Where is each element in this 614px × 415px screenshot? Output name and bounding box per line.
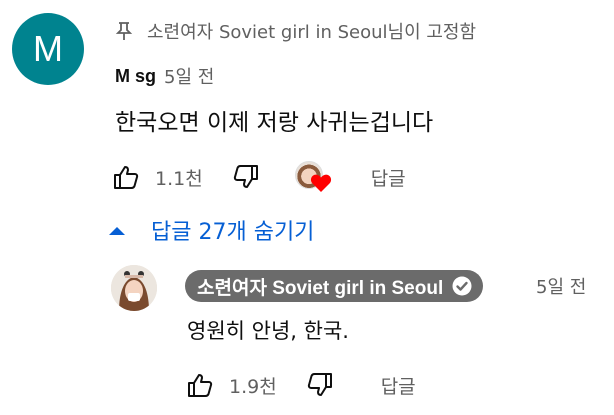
hide-replies-label: 답글 27개 숨기기 bbox=[151, 220, 315, 245]
reply-text: 영원히 안녕, 한국. bbox=[187, 319, 349, 343]
comment-text: 한국오면 이제 저랑 사귀는겁니다 bbox=[115, 110, 434, 136]
reply-avatar[interactable] bbox=[111, 265, 157, 311]
thumbs-down-icon[interactable] bbox=[233, 164, 259, 190]
commenter-avatar[interactable]: M bbox=[12, 13, 84, 85]
comment-header: M sg 5일 전 bbox=[115, 63, 214, 89]
reply-actions: 1.9천 답글 bbox=[187, 369, 416, 401]
thumbs-up-icon[interactable] bbox=[113, 164, 139, 190]
reply-button[interactable]: 답글 bbox=[381, 372, 416, 399]
pin-icon bbox=[115, 22, 133, 40]
creator-heart-badge bbox=[294, 161, 331, 193]
reply-like-count: 1.9천 bbox=[229, 375, 277, 398]
hide-replies-button[interactable]: 답글 27개 숨기기 bbox=[107, 213, 314, 247]
reply-time[interactable]: 5일 전 bbox=[536, 273, 586, 299]
thumbs-up-icon[interactable] bbox=[187, 372, 213, 398]
comment-actions: 1.1천 답글 bbox=[113, 161, 406, 193]
reply-author: 소련여자 Soviet girl in Seoul bbox=[197, 277, 444, 299]
thumbs-down-icon[interactable] bbox=[307, 372, 333, 398]
reply-avatar-image bbox=[111, 265, 157, 311]
chevron-up-icon bbox=[109, 227, 125, 235]
pinned-label: 소련여자 Soviet girl in Seoul 님이 고정함 bbox=[115, 16, 476, 46]
reply-button[interactable]: 답글 bbox=[371, 164, 406, 191]
verified-check-icon bbox=[452, 276, 472, 296]
pinned-by-suffix: 님이 고정함 bbox=[387, 22, 477, 43]
like-count: 1.1천 bbox=[155, 167, 203, 190]
comment-time[interactable]: 5일 전 bbox=[164, 63, 214, 89]
heart-icon bbox=[310, 174, 331, 192]
comment-author[interactable]: M sg bbox=[115, 66, 156, 87]
creator-author-chip[interactable]: 소련여자 Soviet girl in Seoul bbox=[185, 270, 484, 302]
pinned-by-name: 소련여자 Soviet girl in Seoul bbox=[147, 22, 388, 43]
